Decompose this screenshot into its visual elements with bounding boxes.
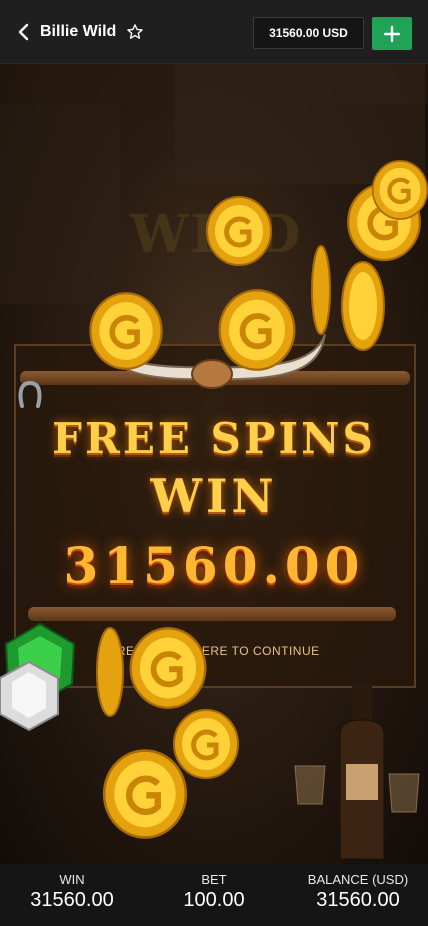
bet-stat: BET 100.00	[164, 872, 264, 912]
win-heading: WIN	[150, 469, 278, 523]
gold-coin	[206, 196, 272, 266]
top-bar: Billie Wild 31560.00 USD	[0, 0, 428, 64]
balance-value: 31560.00	[316, 889, 400, 911]
gold-coin-edge	[96, 627, 124, 717]
wall-shelf	[0, 104, 120, 304]
gold-coin	[89, 292, 163, 370]
white-diamond	[0, 660, 59, 732]
star-outline-icon[interactable]	[126, 23, 144, 41]
horseshoe-icon	[18, 380, 42, 408]
bottom-wooden-bar	[28, 607, 396, 621]
win-value: 31560.00	[30, 889, 114, 911]
deposit-button[interactable]	[372, 17, 412, 50]
balance-display: 31560.00 USD	[253, 17, 364, 49]
shot-glass	[388, 773, 420, 813]
gold-coin	[341, 261, 385, 351]
win-amount: 31560.00	[63, 536, 365, 595]
bet-label: BET	[201, 872, 227, 887]
stats-bar: WIN 31560.00 BET 100.00 BALANCE (USD) 31…	[0, 864, 428, 926]
bet-value: 100.00	[183, 889, 245, 911]
balance-stat: BALANCE (USD) 31560.00	[296, 872, 420, 912]
gold-coin	[218, 289, 296, 371]
plus-icon	[383, 25, 401, 42]
gold-coin	[129, 627, 207, 709]
gold-coin	[371, 160, 428, 220]
gold-coin-edge	[311, 245, 331, 335]
free-spins-heading: FREE SPINS	[52, 414, 376, 463]
game-title: Billie Wild	[40, 23, 117, 40]
shot-glass	[294, 765, 326, 805]
chevron-left-icon[interactable]	[14, 22, 34, 42]
win-label: WIN	[59, 872, 85, 887]
balance-label: BALANCE (USD)	[307, 872, 409, 887]
gold-coin	[102, 749, 188, 839]
win-stat: WIN 31560.00	[22, 872, 122, 912]
game-canvas[interactable]: WILD FREE SPINS WIN 31560.00 PRESS ANYWH…	[0, 64, 428, 864]
